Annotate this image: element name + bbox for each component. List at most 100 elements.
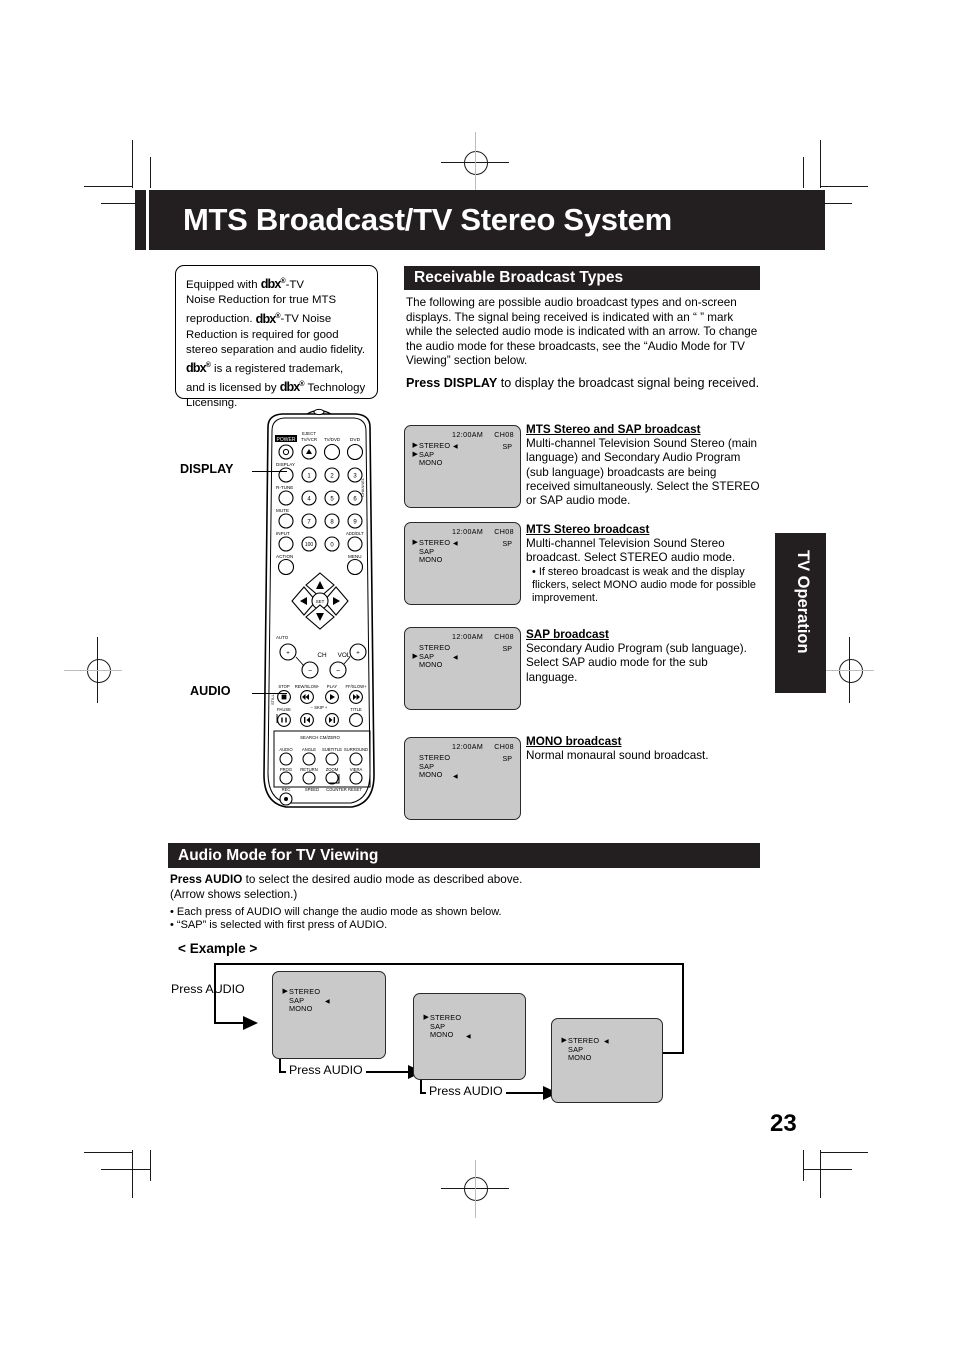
osd-time: 12:00AM bbox=[452, 431, 484, 439]
remote-control-svg: POWER EJECT TV/VCR TV/DVD DVD DISPLAY 1 … bbox=[263, 408, 375, 808]
broadcast-osd-screen: 12:00AM CH08 SP STEREO SAP MONO ◀ bbox=[404, 737, 521, 820]
section-bar-receivable: Receivable Broadcast Types bbox=[404, 266, 760, 290]
broadcast-description: MTS Stereo broadcast Multi-channel Televi… bbox=[526, 523, 762, 605]
svg-text:100: 100 bbox=[305, 542, 314, 548]
svg-text:STOP: STOP bbox=[278, 684, 290, 689]
svg-text:PAUSE: PAUSE bbox=[277, 707, 291, 712]
osd-time: 12:00AM bbox=[452, 743, 484, 751]
selection-arrow-icon: ◀ bbox=[604, 1039, 609, 1046]
selection-arrow-icon: ◀ bbox=[325, 998, 330, 1005]
osd-header: 12:00AM CH08 bbox=[405, 743, 514, 751]
osd-row: MONO bbox=[568, 1054, 599, 1063]
crop-mark-bl-v2 bbox=[150, 1150, 152, 1181]
press-audio-bold: Press AUDIO bbox=[170, 873, 243, 886]
osd-channel: CH08 bbox=[494, 528, 514, 536]
svg-text:COUNTER RESET: COUNTER RESET bbox=[326, 787, 362, 792]
osd-row: MONO bbox=[419, 459, 450, 468]
osd-mode-label: STEREO bbox=[289, 987, 321, 996]
osd-list: ▶ STEREO ◀ SAP MONO bbox=[562, 1036, 609, 1063]
audio-callout-label: AUDIO bbox=[190, 684, 231, 698]
signal-marker-icon: ▶ bbox=[412, 653, 419, 661]
svg-text:−: − bbox=[308, 668, 312, 675]
svg-text:POWER: POWER bbox=[277, 437, 296, 443]
svg-text:ACTION: ACTION bbox=[276, 554, 293, 559]
crop-mark-tr-v bbox=[820, 140, 822, 188]
page-title: MTS Broadcast/TV Stereo System bbox=[183, 202, 672, 237]
example-screen-1: ▶ STEREO SAP ◀ MONO bbox=[272, 971, 386, 1059]
broadcast-description: MONO broadcast Normal monaural sound broa… bbox=[526, 735, 762, 763]
osd-mode-label: MONO bbox=[419, 770, 443, 780]
broadcast-osd-screen: 12:00AM CH08 SP ▶ STEREO ◀ SAP MONO bbox=[404, 522, 521, 605]
display-callout-leader bbox=[252, 471, 287, 473]
osd-list: ▶ STEREO ◀ SAP MONO bbox=[413, 538, 458, 565]
osd-mode-label: STEREO bbox=[419, 643, 451, 652]
osd-row: MONO bbox=[419, 556, 450, 565]
crop-mark-br-v bbox=[820, 1150, 822, 1198]
osd-header: 12:00AM CH08 bbox=[405, 633, 514, 641]
osd-list: ▶ STEREO ◀ ▶ SAP MONO bbox=[413, 441, 458, 468]
broadcast-heading: MTS Stereo broadcast bbox=[526, 523, 650, 536]
signal-marker-icon: ▶ bbox=[282, 988, 289, 996]
page-title-banner: MTS Broadcast/TV Stereo System bbox=[135, 190, 825, 250]
svg-text:+: + bbox=[286, 651, 290, 657]
dbx-note-line3: reproduction. dbx®-TV Noise bbox=[186, 311, 332, 326]
osd-mode-label: SAP bbox=[419, 761, 435, 771]
crop-mark-tl-v2 bbox=[150, 157, 152, 188]
broadcast-heading: SAP broadcast bbox=[526, 628, 609, 641]
svg-text:EJECT: EJECT bbox=[302, 431, 316, 436]
osd-list: STEREO ▶ SAP ◀ MONO bbox=[413, 643, 458, 670]
flow-press-audio-3: Press AUDIO bbox=[426, 1084, 506, 1098]
svg-text:PROG: PROG bbox=[280, 767, 292, 772]
crop-mark-tr-v2 bbox=[803, 157, 805, 188]
svg-text:SUBTITLE: SUBTITLE bbox=[322, 747, 342, 752]
broadcast-bullet: • If stereo broadcast is weak and the di… bbox=[532, 565, 756, 605]
svg-text:TV/DVD: TV/DVD bbox=[324, 437, 340, 442]
svg-text:STILL: STILL bbox=[270, 694, 275, 705]
crop-mark-tr-h bbox=[820, 186, 868, 188]
example-screen-3: ▶ STEREO ◀ SAP MONO bbox=[551, 1018, 663, 1103]
crop-mark-tl-h bbox=[84, 186, 132, 188]
broadcast-body: Normal monaural sound broadcast. bbox=[526, 749, 709, 763]
osd-mode-label: MONO bbox=[568, 1053, 592, 1063]
svg-text:RETURN: RETURN bbox=[300, 767, 317, 772]
banner-left-rule bbox=[146, 190, 149, 250]
osd-mode-label: MONO bbox=[419, 555, 443, 565]
crop-mark-bl-h2 bbox=[101, 1169, 150, 1171]
manual-page: MTS Broadcast/TV Stereo System Equipped … bbox=[0, 0, 954, 1351]
svg-text:SET: SET bbox=[316, 599, 325, 604]
flow-press-audio-1: Press AUDIO bbox=[171, 982, 245, 996]
svg-text:SURROUND: SURROUND bbox=[344, 747, 368, 752]
osd-channel: CH08 bbox=[494, 633, 514, 641]
osd-channel: CH08 bbox=[494, 743, 514, 751]
osd-time: 12:00AM bbox=[452, 528, 484, 536]
osd-speed: SP bbox=[502, 540, 512, 548]
osd-mode-label: STEREO bbox=[430, 1013, 462, 1022]
osd-row: MONO bbox=[419, 661, 450, 670]
osd-header: 12:00AM CH08 bbox=[405, 431, 514, 439]
crop-mark-br-h bbox=[820, 1152, 868, 1154]
flow-loop-top bbox=[214, 963, 684, 965]
crop-mark-br-h2 bbox=[803, 1169, 852, 1171]
side-tab-tv-operation: TV Operation bbox=[775, 533, 826, 693]
example-screen-2: ▶ STEREO SAP MONO ◀ bbox=[413, 993, 526, 1080]
osd-list: ▶ STEREO SAP MONO ◀ bbox=[424, 1013, 471, 1040]
audio-mode-press-line: Press AUDIO to select the desired audio … bbox=[170, 873, 523, 901]
dbx-logo: dbx® bbox=[260, 277, 286, 292]
press-display-bold: Press DISPLAY bbox=[406, 376, 498, 390]
svg-text:AUDIO: AUDIO bbox=[279, 747, 293, 752]
dbx-logo: dbx® bbox=[255, 311, 281, 326]
svg-text:AUTO: AUTO bbox=[276, 635, 289, 640]
osd-mode-label: SAP bbox=[430, 1021, 446, 1031]
osd-header: 12:00AM CH08 bbox=[405, 528, 514, 536]
svg-text:PLAY: PLAY bbox=[327, 684, 338, 689]
dbx-note-box: Equipped with dbx®-TV Noise Reduction fo… bbox=[175, 265, 378, 409]
crop-mark-bl-h bbox=[84, 1152, 132, 1154]
osd-mode-label: MONO bbox=[419, 458, 443, 468]
broadcast-body: Multi-channel Television Sound Stereo br… bbox=[526, 537, 736, 565]
selection-arrow-icon: ◀ bbox=[453, 541, 458, 548]
remote-control-illustration: POWER EJECT TV/VCR TV/DVD DVD DISPLAY 1 … bbox=[252, 405, 402, 820]
crop-mark-bl-v bbox=[132, 1150, 134, 1198]
osd-mode-label: MONO bbox=[289, 1004, 313, 1014]
osd-mode-label: STEREO bbox=[568, 1036, 600, 1045]
broadcast-body: Secondary Audio Program (sub language). … bbox=[526, 642, 747, 684]
